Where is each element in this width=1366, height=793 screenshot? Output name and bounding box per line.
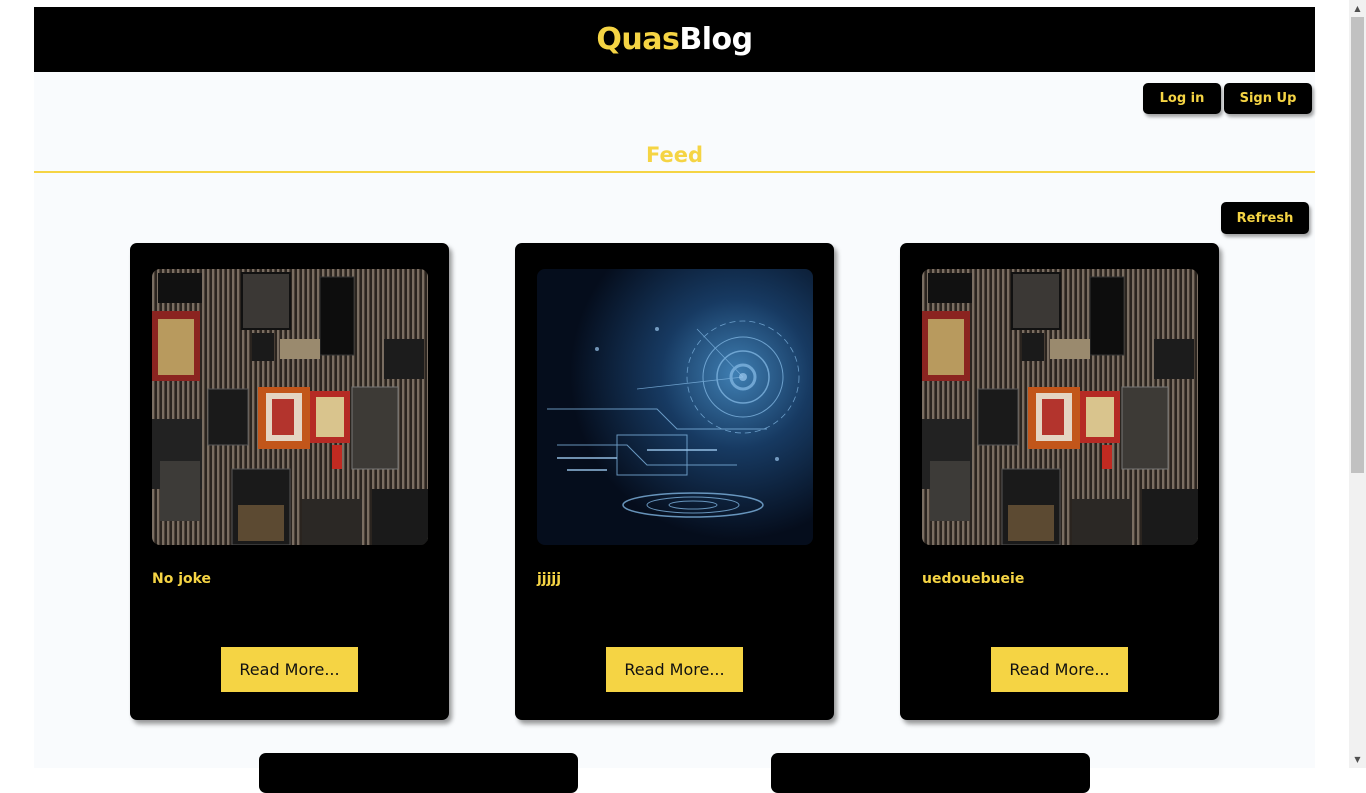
post-image (537, 269, 813, 545)
post-card: No joke Read More... (130, 243, 449, 720)
read-more-button[interactable]: Read More... (991, 647, 1128, 692)
page-container: QuasBlog Log in Sign Up Feed Refresh No … (34, 7, 1315, 793)
scroll-down-icon[interactable]: ▼ (1349, 751, 1366, 768)
signup-button[interactable]: Sign Up (1224, 83, 1312, 114)
post-card-partial (771, 753, 1090, 793)
brand-logo[interactable]: QuasBlog (596, 22, 753, 57)
feed-title: Feed (645, 143, 703, 167)
post-card-partial (259, 753, 578, 793)
scrollbar-thumb[interactable] (1351, 17, 1364, 473)
tech-eye-image (537, 269, 813, 545)
refresh-button[interactable]: Refresh (1221, 202, 1309, 234)
vertical-scrollbar[interactable]: ▲ ▼ (1349, 0, 1366, 768)
post-title[interactable]: jjjjj (537, 571, 561, 587)
scroll-up-icon[interactable]: ▲ (1349, 0, 1366, 17)
brand-part-blog: Blog (679, 22, 753, 57)
post-title[interactable]: uedouebueie (922, 571, 1024, 587)
read-more-button[interactable]: Read More... (606, 647, 743, 692)
music-wall-image (922, 269, 1198, 545)
site-header: QuasBlog (34, 7, 1315, 72)
post-card: uedouebueie Read More... (900, 243, 1219, 720)
post-image (152, 269, 428, 545)
post-title[interactable]: No joke (152, 571, 211, 587)
login-button[interactable]: Log in (1143, 83, 1221, 114)
brand-part-quas: Quas (596, 22, 680, 57)
read-more-button[interactable]: Read More... (221, 647, 358, 692)
feed-divider (34, 171, 1315, 173)
music-wall-image (152, 269, 428, 545)
post-image (922, 269, 1198, 545)
post-card: jjjjj Read More... (515, 243, 834, 720)
